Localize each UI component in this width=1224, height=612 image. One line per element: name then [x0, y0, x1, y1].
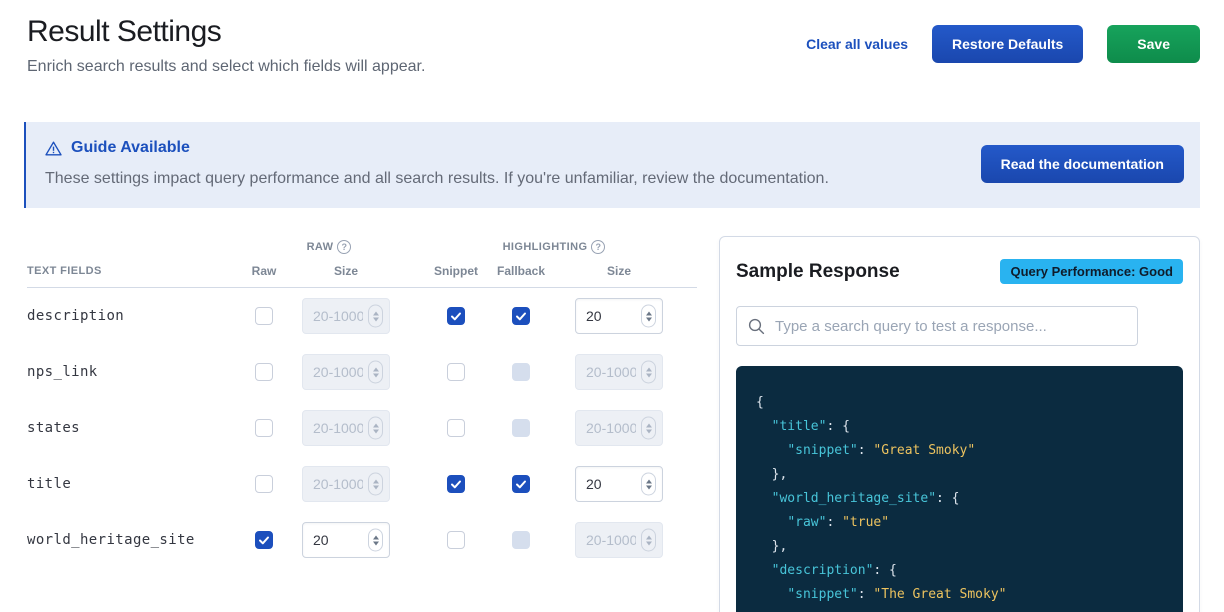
guide-callout-body: These settings impact query performance … — [45, 170, 829, 188]
field-name: description — [27, 308, 124, 324]
read-documentation-button[interactable]: Read the documentation — [981, 145, 1184, 183]
title-highlight-size-input — [575, 466, 663, 502]
description-raw-size-stepper — [368, 305, 383, 328]
guide-callout-title-label: Guide Available — [71, 139, 190, 157]
world_heritage_site-snippet-checkbox[interactable] — [447, 531, 465, 549]
table-column-header-row: TEXT FIELDS Raw Size Snippet Fallback Si… — [27, 258, 697, 288]
field-name: title — [27, 476, 71, 492]
world_heritage_site-highlight-size-input — [575, 522, 663, 558]
highlighting-group-label: HIGHLIGHTING — [503, 241, 588, 253]
search-query-input[interactable] — [736, 306, 1138, 346]
title-snippet-checkbox[interactable] — [447, 475, 465, 493]
sample-response-header: Sample Response Query Performance: Good — [736, 259, 1183, 284]
restore-defaults-button[interactable]: Restore Defaults — [932, 25, 1083, 63]
guide-callout: Guide Available These settings impact qu… — [24, 122, 1200, 208]
guide-callout-text: Guide Available These settings impact qu… — [45, 139, 829, 188]
raw-group-header: RAW ? — [247, 240, 411, 254]
table-body: description nps_linkstates title world_heri… — [27, 288, 697, 568]
nps_link-highlight-size-stepper — [641, 361, 656, 384]
title-highlight-size-stepper[interactable] — [641, 473, 656, 496]
sample-query-search — [736, 306, 1138, 346]
nps_link-snippet-checkbox[interactable] — [447, 363, 465, 381]
json-line: "snippet": "Great Smoky" — [756, 439, 1163, 463]
col-header-fallback: Fallback — [501, 264, 541, 278]
json-line: { — [756, 391, 1163, 415]
header-actions: Clear all values Restore Defaults Save — [806, 25, 1200, 63]
json-line: "snippet": "The Great Smoky" — [756, 583, 1163, 607]
raw-group-label: RAW — [307, 241, 334, 253]
description-snippet-checkbox[interactable] — [447, 307, 465, 325]
field-row-nps_link: nps_link — [27, 344, 697, 400]
sample-response-title: Sample Response — [736, 261, 900, 283]
json-line: }, — [756, 463, 1163, 487]
field-row-description: description — [27, 288, 697, 344]
field-name: world_heritage_site — [27, 532, 195, 548]
page-header-text: Result Settings Enrich search results an… — [27, 15, 425, 76]
text-fields-table: RAW ? HIGHLIGHTING ? TEXT FIELDS Raw Siz… — [27, 236, 697, 568]
field-row-states: states — [27, 400, 697, 456]
title-raw-size-stepper — [368, 473, 383, 496]
states-highlight-size-input — [575, 410, 663, 446]
clear-all-values-link[interactable]: Clear all values — [806, 36, 908, 52]
search-icon — [748, 318, 765, 335]
col-header-text-fields: TEXT FIELDS — [27, 265, 247, 277]
states-highlight-size-stepper — [641, 417, 656, 440]
world_heritage_site-raw-checkbox[interactable] — [255, 531, 273, 549]
json-line: "title": { — [756, 415, 1163, 439]
states-raw-size-stepper — [368, 417, 383, 440]
field-row-title: title — [27, 456, 697, 512]
save-button[interactable]: Save — [1107, 25, 1200, 63]
col-header-highlight-size: Size — [541, 264, 697, 278]
description-fallback-checkbox[interactable] — [512, 307, 530, 325]
table-group-header-row: RAW ? HIGHLIGHTING ? — [27, 236, 697, 258]
nps_link-raw-checkbox[interactable] — [255, 363, 273, 381]
nps_link-highlight-size-input — [575, 354, 663, 390]
raw-help-icon[interactable]: ? — [337, 240, 351, 254]
col-header-raw-size: Size — [281, 264, 411, 278]
warning-icon — [45, 141, 62, 156]
highlighting-group-header: HIGHLIGHTING ? — [411, 240, 697, 254]
query-performance-badge: Query Performance: Good — [1000, 259, 1183, 284]
json-line: }, — [756, 607, 1163, 612]
json-line: }, — [756, 535, 1163, 559]
result-settings-page: Result Settings Enrich search results an… — [0, 0, 1224, 612]
json-line: "description": { — [756, 559, 1163, 583]
states-raw-size-input — [302, 410, 390, 446]
field-row-world_heritage_site: world_heritage_site — [27, 512, 697, 568]
sample-response-card: Sample Response Query Performance: Good … — [719, 236, 1200, 612]
page-title: Result Settings — [27, 15, 425, 49]
nps_link-raw-size-input — [302, 354, 390, 390]
field-name: nps_link — [27, 364, 98, 380]
json-line: "raw": "true" — [756, 511, 1163, 535]
col-header-snippet: Snippet — [411, 264, 501, 278]
title-raw-size-input — [302, 466, 390, 502]
description-highlight-size-stepper[interactable] — [641, 305, 656, 328]
description-highlight-size-input — [575, 298, 663, 334]
sample-response-json: { "title": { "snippet": "Great Smoky" },… — [736, 366, 1183, 612]
states-raw-checkbox[interactable] — [255, 419, 273, 437]
nps_link-raw-size-stepper — [368, 361, 383, 384]
main-content: RAW ? HIGHLIGHTING ? TEXT FIELDS Raw Siz… — [0, 208, 1224, 612]
description-raw-size-input — [302, 298, 390, 334]
nps_link-fallback-checkbox — [512, 363, 530, 381]
world_heritage_site-highlight-size-stepper — [641, 529, 656, 552]
world_heritage_site-raw-size-stepper[interactable] — [368, 529, 383, 552]
page-subtitle: Enrich search results and select which f… — [27, 58, 425, 76]
states-fallback-checkbox — [512, 419, 530, 437]
title-fallback-checkbox[interactable] — [512, 475, 530, 493]
world_heritage_site-fallback-checkbox — [512, 531, 530, 549]
title-raw-checkbox[interactable] — [255, 475, 273, 493]
page-header: Result Settings Enrich search results an… — [0, 0, 1224, 76]
guide-callout-title: Guide Available — [45, 139, 829, 157]
highlighting-help-icon[interactable]: ? — [591, 240, 605, 254]
col-header-raw: Raw — [247, 264, 281, 278]
field-name: states — [27, 420, 80, 436]
states-snippet-checkbox[interactable] — [447, 419, 465, 437]
world_heritage_site-raw-size-input — [302, 522, 390, 558]
description-raw-checkbox[interactable] — [255, 307, 273, 325]
json-line: "world_heritage_site": { — [756, 487, 1163, 511]
